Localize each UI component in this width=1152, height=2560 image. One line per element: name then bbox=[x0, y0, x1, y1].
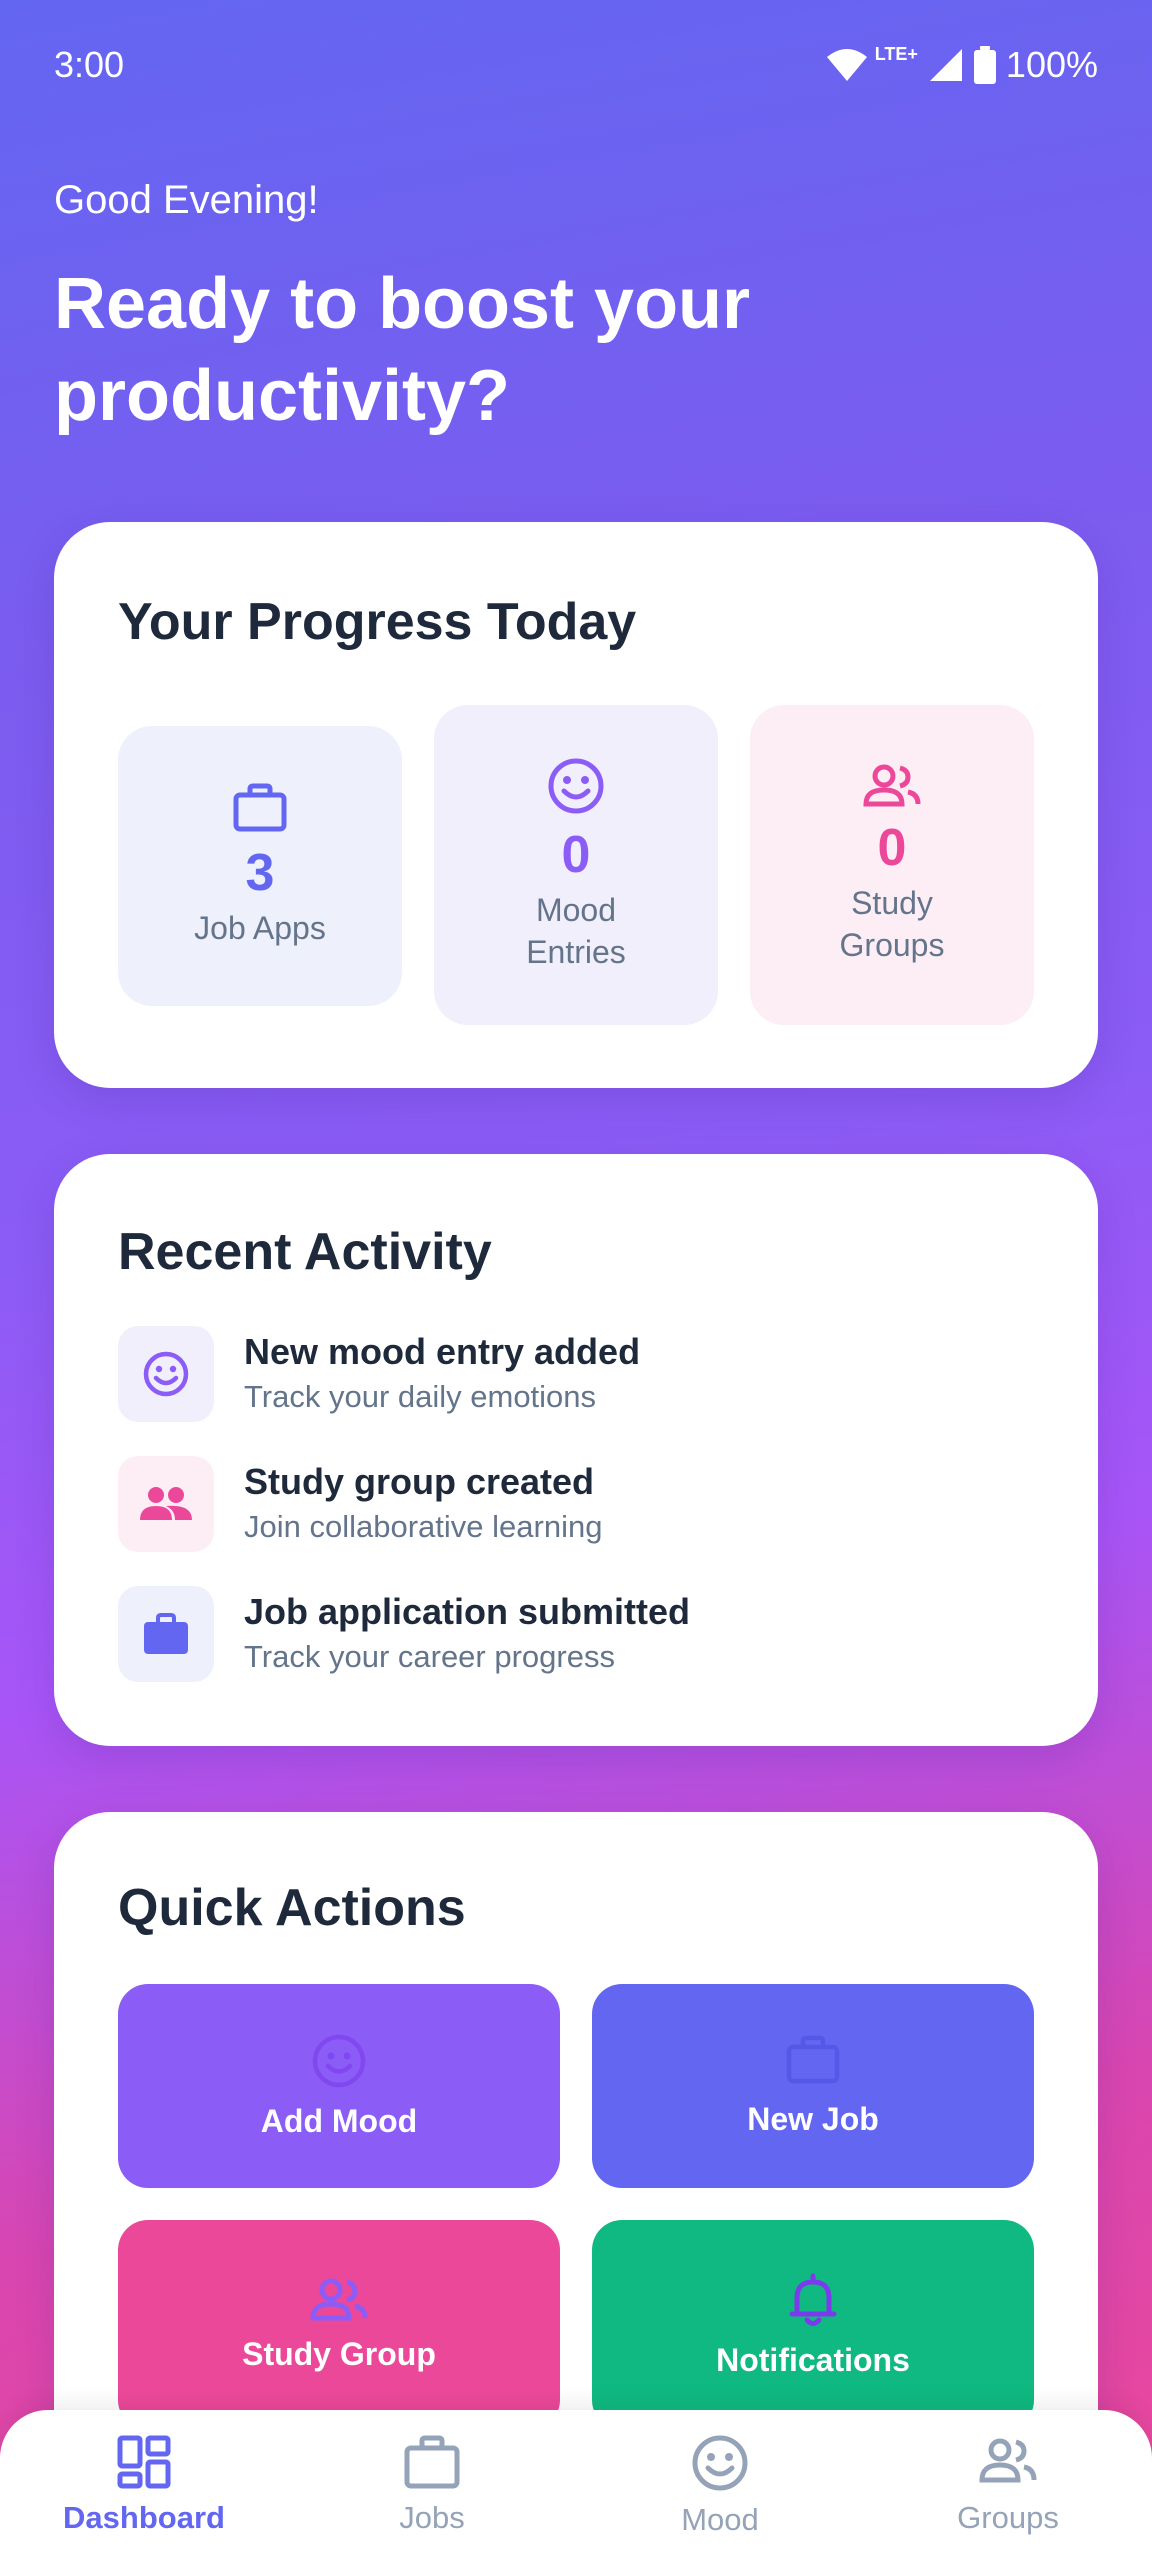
activity-item[interactable]: Job application submitted Track your car… bbox=[118, 1586, 690, 1682]
battery-icon bbox=[973, 46, 996, 84]
progress-card: Your Progress Today 3 Job Apps 0 Mood En… bbox=[54, 522, 1098, 1088]
quick-actions-card: Quick Actions Add Mood New Job Study Gro… bbox=[54, 1812, 1098, 2512]
dashboard-icon bbox=[117, 2435, 171, 2489]
nav-groups[interactable]: Groups bbox=[888, 2434, 1128, 2536]
activity-icon-bg bbox=[118, 1456, 214, 1552]
bell-icon bbox=[789, 2273, 837, 2326]
nav-mood[interactable]: Mood bbox=[600, 2434, 840, 2538]
activity-title: Recent Activity bbox=[118, 1223, 492, 1281]
status-time: 3:00 bbox=[54, 44, 125, 85]
activity-subtitle: Track your career progress bbox=[244, 1639, 615, 1674]
briefcase-icon bbox=[233, 783, 287, 832]
smiley-icon bbox=[143, 1351, 189, 1397]
people-icon bbox=[863, 764, 921, 807]
add-mood-label: Add Mood bbox=[260, 2102, 418, 2139]
progress-label: Study Groups bbox=[839, 885, 945, 963]
activity-title-text: New mood entry added bbox=[244, 1331, 641, 1372]
smiley-icon bbox=[312, 2034, 366, 2087]
notifications-button[interactable]: Notifications bbox=[592, 2220, 1034, 2430]
activity-subtitle: Join collaborative learning bbox=[244, 1509, 603, 1544]
new-job-label: New Job bbox=[747, 2100, 879, 2137]
activity-subtitle: Track your daily emotions bbox=[244, 1379, 597, 1414]
study-group-label: Study Group bbox=[242, 2335, 436, 2372]
nav-label: Mood bbox=[681, 2502, 759, 2537]
activity-icon-bg bbox=[118, 1326, 214, 1422]
activity-item[interactable]: Study group created Join collaborative l… bbox=[118, 1456, 602, 1552]
progress-tile-jobs[interactable]: 3 Job Apps bbox=[118, 726, 402, 1006]
study-group-button[interactable]: Study Group bbox=[118, 2220, 560, 2430]
activity-icon-bg bbox=[118, 1586, 214, 1682]
smiley-icon bbox=[692, 2435, 748, 2491]
nav-label: Groups bbox=[957, 2500, 1059, 2535]
briefcase-icon bbox=[404, 2435, 460, 2489]
briefcase-icon bbox=[786, 2035, 840, 2083]
activity-title-text: Job application submitted bbox=[244, 1591, 691, 1632]
battery-level: 100% bbox=[1005, 44, 1098, 85]
activity-item[interactable]: New mood entry added Track your daily em… bbox=[118, 1326, 640, 1422]
new-job-button[interactable]: New Job bbox=[592, 1984, 1034, 2188]
progress-value: 0 bbox=[561, 826, 591, 884]
progress-value: 0 bbox=[877, 819, 907, 877]
wifi-icon bbox=[826, 49, 867, 81]
smiley-icon bbox=[548, 758, 604, 814]
nav-label: Jobs bbox=[399, 2500, 465, 2535]
people-icon bbox=[140, 1487, 192, 1520]
notifications-label: Notifications bbox=[716, 2341, 910, 2378]
nav-label: Dashboard bbox=[63, 2500, 225, 2535]
progress-title: Your Progress Today bbox=[118, 593, 637, 651]
signal-icon bbox=[929, 49, 962, 81]
greeting-text: Good Evening! bbox=[54, 178, 319, 222]
progress-value: 3 bbox=[245, 844, 275, 902]
bottom-nav: Dashboard Jobs Mood Groups bbox=[0, 2410, 1152, 2560]
nav-dashboard[interactable]: Dashboard bbox=[24, 2434, 264, 2536]
briefcase-icon bbox=[144, 1613, 188, 1654]
add-mood-button[interactable]: Add Mood bbox=[118, 1984, 560, 2188]
network-type: LTE+ bbox=[874, 43, 918, 64]
progress-tile-groups[interactable]: 0 Study Groups bbox=[750, 705, 1034, 1025]
page-title: Ready to boost your productivity? bbox=[54, 264, 751, 436]
progress-tile-mood[interactable]: 0 Mood Entries bbox=[434, 705, 718, 1025]
status-icons: LTE+ 100% bbox=[825, 44, 1098, 86]
people-icon bbox=[310, 2278, 368, 2320]
activity-card: Recent Activity New mood entry added Tra… bbox=[54, 1154, 1098, 1746]
status-bar: 3:00 LTE+ 100% bbox=[0, 0, 1152, 130]
people-icon bbox=[979, 2438, 1037, 2483]
progress-label: Mood Entries bbox=[526, 892, 626, 970]
progress-label: Job Apps bbox=[194, 910, 326, 946]
quick-actions-title: Quick Actions bbox=[118, 1879, 466, 1937]
activity-title-text: Study group created bbox=[244, 1461, 595, 1502]
nav-jobs[interactable]: Jobs bbox=[312, 2434, 552, 2536]
